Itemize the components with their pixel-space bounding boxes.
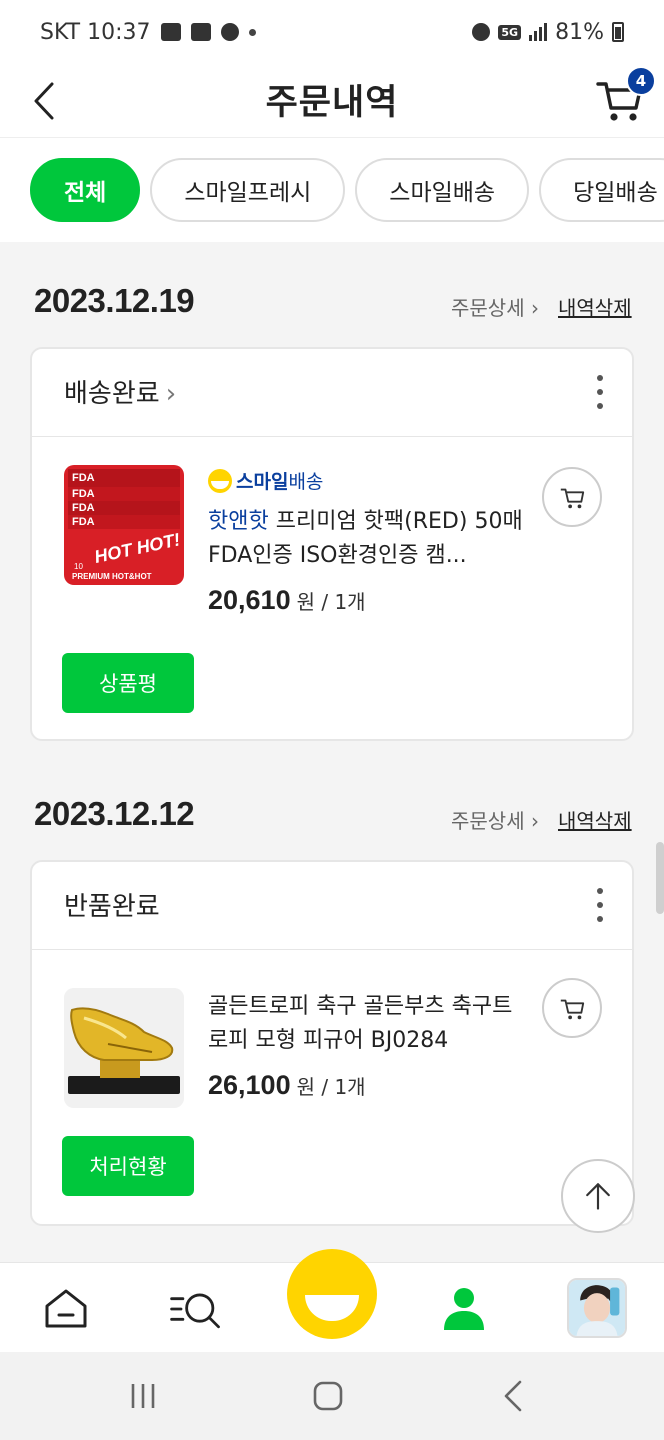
price-unit: 원 / 1개 xyxy=(296,590,366,614)
app-notification-icon xyxy=(190,23,211,41)
cart-icon xyxy=(560,999,585,1020)
process-status-button[interactable]: 처리현황 xyxy=(62,1136,194,1196)
more-notifications-icon xyxy=(248,28,256,36)
order-date: 2023.12.19 xyxy=(34,282,195,319)
svg-text:PREMIUM HOT&HOT: PREMIUM HOT&HOT xyxy=(72,572,152,581)
arrow-up-icon xyxy=(586,1183,610,1210)
order-card: 배송완료 › FDA FDA FDA FDA HOT HOT! 10 PREMIU… xyxy=(30,347,634,741)
battery-icon xyxy=(612,22,624,42)
menu-search-icon xyxy=(170,1293,220,1329)
product-price: 26,100 xyxy=(208,1070,291,1100)
product-name[interactable]: 핫앤핫 프리미엄 핫팩(RED) 50매 FDA인증 ISO환경인증 캠... xyxy=(208,505,528,573)
order-card: 반품완료 골든트로피 축구 골든부츠 축구트로피 모형 피규어 BJ0284 2… xyxy=(30,860,634,1226)
svg-text:FDA: FDA xyxy=(72,502,95,514)
product-thumbnail[interactable] xyxy=(64,988,184,1108)
seller-name: 핫앤핫 xyxy=(208,509,269,534)
hotpack-product-image: FDA FDA FDA FDA HOT HOT! 10 PREMIUM HOT&… xyxy=(64,465,184,585)
app-header: 주문내역 4 xyxy=(0,64,664,138)
signal-icon xyxy=(529,23,548,41)
delete-history-link[interactable]: 내역삭제 xyxy=(558,805,632,834)
order-card-header: 반품완료 xyxy=(32,862,632,950)
order-status: 반품완료 xyxy=(64,892,160,922)
more-options-button[interactable] xyxy=(594,375,606,409)
nav-category-search[interactable] xyxy=(166,1281,226,1337)
filter-chip-same-day[interactable]: 당일배송 xyxy=(539,158,664,222)
svg-text:10: 10 xyxy=(74,562,83,571)
order-date: 2023.12.12 xyxy=(34,795,195,832)
network-type: 5G xyxy=(498,24,522,40)
filter-tabs: 전체 스마일프레시 스마일배송 당일배송 xyxy=(0,138,664,242)
order-date-row: 2023.12.19 주문상세 › 내역삭제 xyxy=(0,282,664,342)
cart-icon xyxy=(560,488,585,509)
chat-notification-icon xyxy=(220,23,239,41)
svg-text:FDA: FDA xyxy=(72,516,95,528)
order-status-link[interactable]: 배송완료 › xyxy=(64,373,176,410)
order-card-header: 배송완료 › xyxy=(32,349,632,437)
smile-logo-icon xyxy=(208,468,232,493)
avatar-image xyxy=(569,1280,625,1336)
filter-chip-all[interactable]: 전체 xyxy=(30,158,141,222)
page-title: 주문내역 xyxy=(265,83,399,123)
home-system-button[interactable] xyxy=(306,1374,350,1418)
filter-chip-smile-delivery[interactable]: 스마일배송 xyxy=(355,158,530,222)
recent-apps-icon xyxy=(131,1384,155,1408)
status-bar: SKT 10:37 5G 81% xyxy=(0,0,664,64)
profile-avatar[interactable] xyxy=(567,1278,627,1338)
svg-text:FDA: FDA xyxy=(72,472,95,484)
battery-percent: 81% xyxy=(555,19,604,45)
more-options-button[interactable] xyxy=(594,888,606,922)
nav-home[interactable] xyxy=(36,1281,96,1337)
home-square-icon xyxy=(313,1381,343,1411)
filter-chip-smile-fresh[interactable]: 스마일프레시 xyxy=(150,158,346,222)
price-line: 26,100 원 / 1개 xyxy=(208,1070,366,1101)
back-arrow-icon xyxy=(504,1380,522,1412)
price-line: 20,610 원 / 1개 xyxy=(208,585,366,616)
nav-my-page[interactable] xyxy=(434,1281,494,1337)
cart-button[interactable]: 4 xyxy=(594,66,656,126)
gallery-notification-icon xyxy=(160,23,181,41)
smile-delivery-badge: 스마일배송 xyxy=(208,467,323,494)
order-detail-link[interactable]: 주문상세 › xyxy=(451,292,539,321)
product-name[interactable]: 골든트로피 축구 골든부츠 축구트로피 모형 피규어 BJ0284 xyxy=(208,990,528,1058)
golden-boot-product-image xyxy=(64,988,184,1108)
person-icon xyxy=(444,1288,484,1330)
cart-count-badge: 4 xyxy=(626,66,656,96)
write-review-button[interactable]: 상품평 xyxy=(62,653,194,713)
order-status: 배송완료 xyxy=(64,379,160,409)
system-back-button[interactable] xyxy=(492,1374,536,1418)
alarm-icon xyxy=(472,23,491,41)
add-to-cart-button[interactable] xyxy=(542,978,602,1038)
product-thumbnail[interactable]: FDA FDA FDA FDA HOT HOT! 10 PREMIUM HOT&… xyxy=(64,465,184,585)
recent-apps-button[interactable] xyxy=(121,1374,165,1418)
carrier-time: SKT 10:37 xyxy=(40,19,151,45)
price-unit: 원 / 1개 xyxy=(296,1075,366,1099)
bottom-nav xyxy=(0,1249,664,1352)
chevron-right-icon: › xyxy=(165,379,177,409)
delete-history-link[interactable]: 내역삭제 xyxy=(558,292,632,321)
home-icon xyxy=(45,1289,87,1328)
order-detail-link[interactable]: 주문상세 › xyxy=(451,805,539,834)
scroll-to-top-button[interactable] xyxy=(561,1159,635,1233)
add-to-cart-button[interactable] xyxy=(542,467,602,527)
system-navigation-bar xyxy=(0,1352,664,1440)
smile-home-button[interactable] xyxy=(287,1249,377,1339)
order-date-row: 2023.12.12 주문상세 › 내역삭제 xyxy=(0,795,664,855)
product-price: 20,610 xyxy=(208,585,291,615)
svg-text:FDA: FDA xyxy=(72,488,95,500)
scrollbar[interactable] xyxy=(656,842,664,914)
